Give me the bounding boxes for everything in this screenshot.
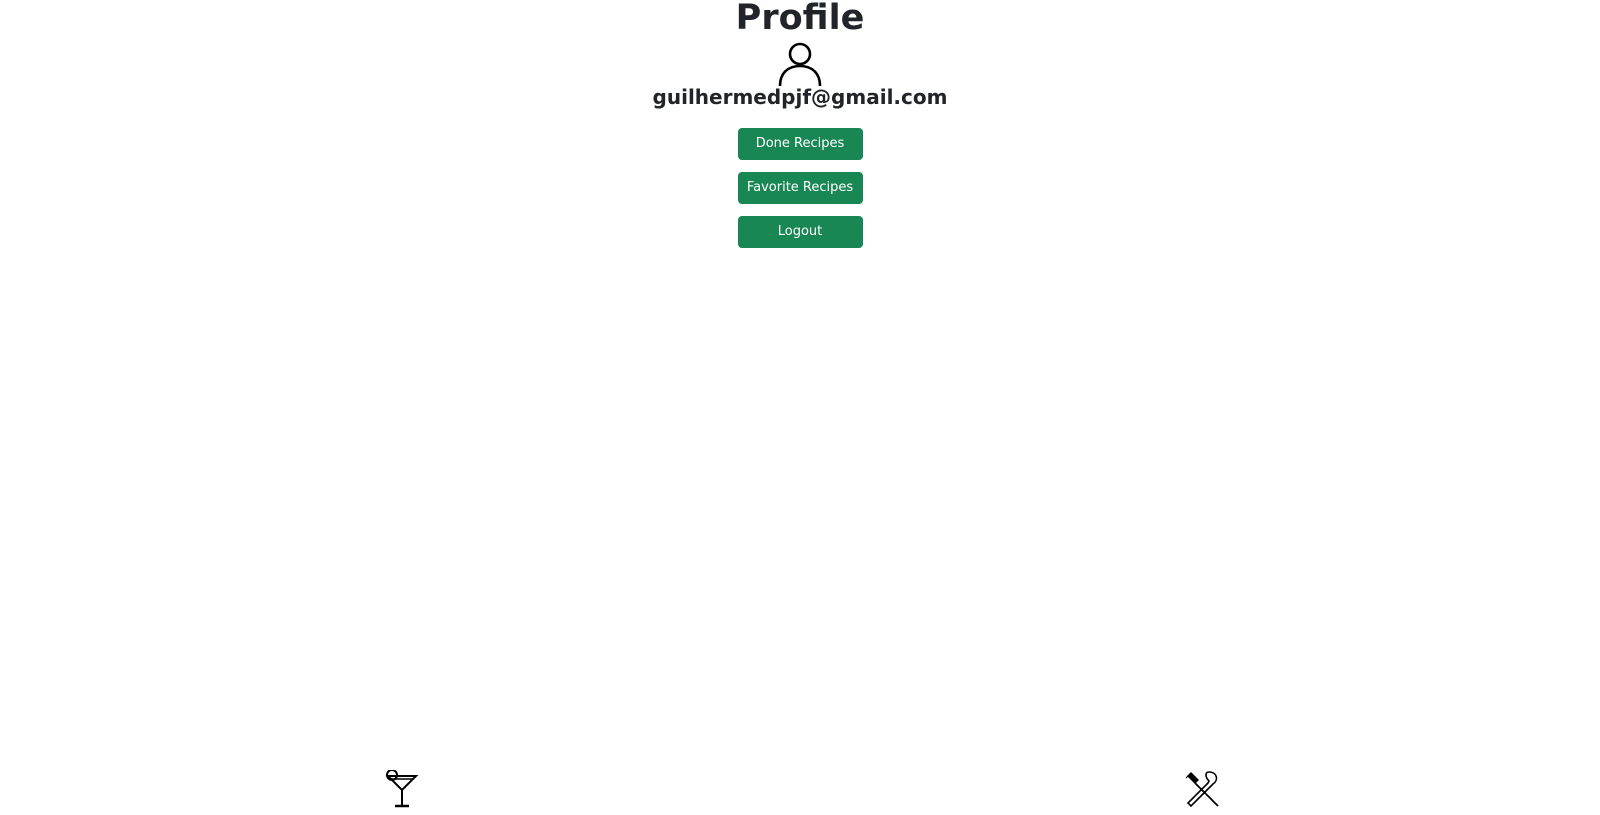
- drinks-button[interactable]: [384, 770, 420, 810]
- footer: [0, 770, 1600, 815]
- drink-icon: [385, 770, 419, 808]
- profile-page: Profile guilhermedpjf@gmail.com Done Rec…: [0, 0, 1600, 815]
- logout-button[interactable]: Logout: [737, 216, 863, 248]
- favorite-recipes-button[interactable]: Favorite Recipes: [737, 172, 863, 204]
- done-recipes-button[interactable]: Done Recipes: [737, 128, 863, 160]
- profile-header: Profile guilhermedpjf@gmail.com Done Rec…: [0, 0, 1600, 260]
- meal-icon: [1185, 771, 1219, 808]
- profile-icon: [778, 42, 822, 86]
- meals-button[interactable]: [1185, 770, 1221, 810]
- profile-email: guilhermedpjf@gmail.com: [652, 85, 948, 109]
- profile-actions: Done Recipes Favorite Recipes Logout: [737, 128, 863, 260]
- page-title: Profile: [735, 0, 865, 38]
